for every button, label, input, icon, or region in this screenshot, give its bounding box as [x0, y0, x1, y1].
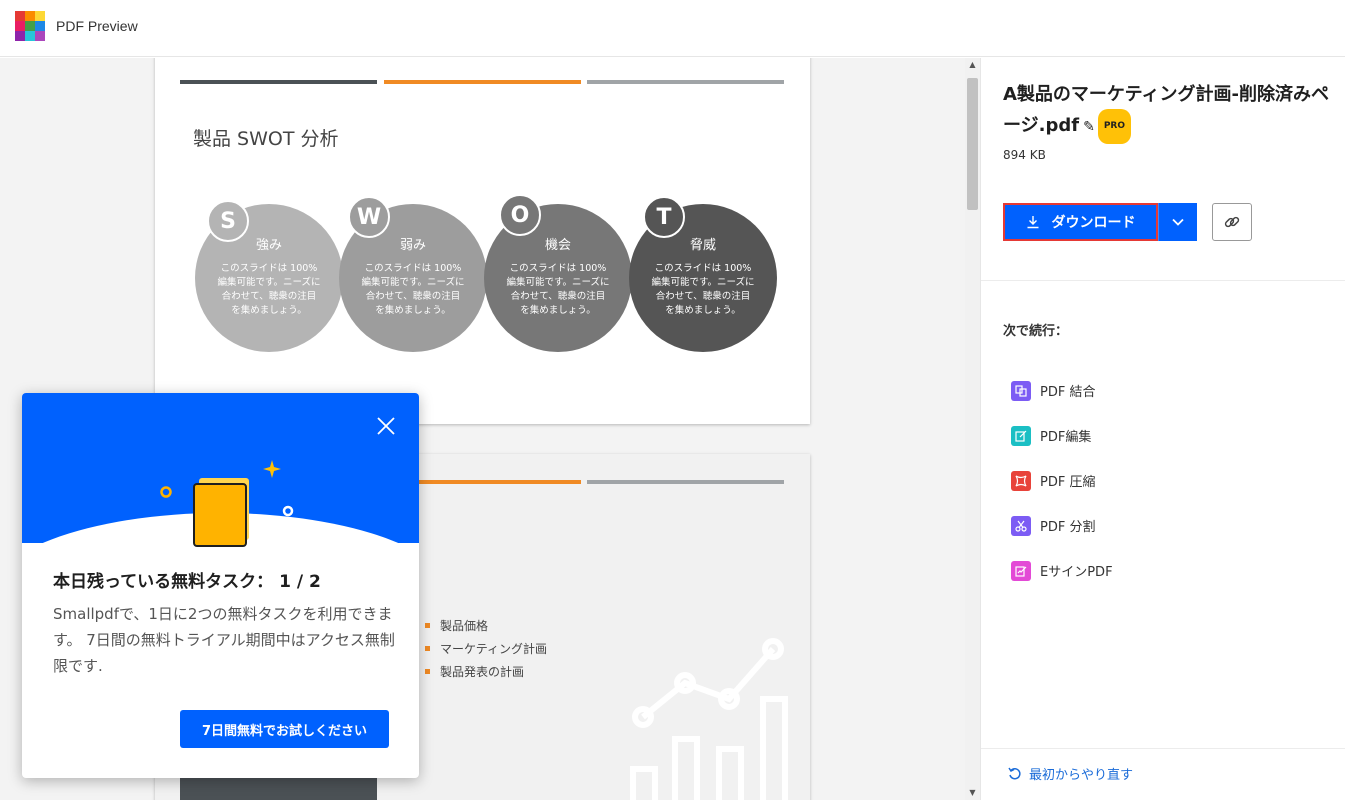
sidebar: A製品のマーケティング計画-削除済みページ.pdf ✎ PRO 894 KB ダウン… — [980, 58, 1345, 800]
pro-badge: PRO — [1097, 109, 1132, 144]
swot-circle-desc: このスライドは 100% 編集可能です。ニーズに合わせて、聴衆の注目を集めましょ… — [217, 263, 321, 316]
tool-item-merge[interactable]: PDF 結合 — [1011, 368, 1113, 413]
split-icon — [1011, 515, 1031, 536]
tool-label: PDF 分割 — [1040, 520, 1096, 535]
download-button[interactable]: ダウンロード — [1003, 203, 1158, 241]
swot-circle-desc: このスライドは 100% 編集可能です。ニーズに合わせて、聴衆の注目を集めましょ… — [361, 263, 465, 316]
scroll-up-icon[interactable]: ▲ — [965, 58, 980, 72]
slide-bullet-list: 製品価格 マーケティング計画 製品発表の計画 — [425, 614, 547, 683]
divider — [981, 280, 1345, 281]
download-icon — [1027, 216, 1038, 229]
list-item: マーケティング計画 — [425, 637, 547, 660]
slide-bar-orange — [384, 80, 581, 84]
document-illustration-icon — [160, 460, 294, 547]
edit-icon — [1011, 425, 1031, 446]
close-icon[interactable] — [375, 415, 397, 437]
file-name: A製品のマーケティング計画-削除済みページ.pdf — [1003, 84, 1329, 136]
popup-body: Smallpdfで、1日に2つの無料タスクを利用できます。 7日間の無料トライア… — [53, 605, 395, 675]
list-item: 製品価格 — [425, 614, 547, 637]
scroll-thumb[interactable] — [967, 78, 978, 210]
divider — [981, 748, 1345, 749]
tool-item-split[interactable]: PDF 分割 — [1011, 503, 1113, 548]
free-task-popup: 本日残っている無料タスク： 1 / 2 Smallpdfで、1日に2つの無料タス… — [22, 393, 419, 778]
line-chart-illustration-icon — [630, 638, 788, 800]
slide-bar-dark — [180, 80, 377, 84]
chevron-down-icon — [1172, 218, 1184, 226]
app-header: PDF Preview — [0, 0, 1345, 57]
scroll-down-icon[interactable]: ▼ — [965, 786, 980, 800]
swot-circle-name: 脅威 — [689, 238, 716, 253]
download-options-button[interactable] — [1158, 203, 1197, 241]
download-label: ダウンロード — [1051, 215, 1136, 231]
tool-label: PDF 結合 — [1040, 385, 1096, 400]
restart-label: 最初からやり直す — [1029, 768, 1134, 783]
tool-label: EサインPDF — [1040, 565, 1113, 580]
continue-heading: 次で続行： — [1003, 324, 1069, 339]
slide-bar-gray — [587, 80, 784, 84]
swot-circle-desc: このスライドは 100% 編集可能です。ニーズに合わせて、聴衆の注目を集めましょ… — [506, 263, 610, 316]
compress-icon — [1011, 470, 1031, 491]
restart-link[interactable]: 最初からやり直す — [1007, 764, 1133, 783]
swot-circle-desc: このスライドは 100% 編集可能です。ニーズに合わせて、聴衆の注目を集めましょ… — [651, 263, 755, 316]
slide-title: 製品 SWOT 分析 — [193, 128, 339, 150]
esign-icon — [1011, 560, 1031, 581]
tool-item-esign[interactable]: EサインPDF — [1011, 548, 1113, 593]
merge-icon — [1011, 380, 1031, 401]
trial-button[interactable]: 7日間無料でお試しください — [180, 710, 389, 748]
swot-circle-name: 機会 — [544, 238, 571, 253]
share-link-button[interactable] — [1212, 203, 1252, 241]
tool-item-edit[interactable]: PDF編集 — [1011, 413, 1113, 458]
tool-label: PDF 圧縮 — [1040, 475, 1096, 490]
app-title: PDF Preview — [56, 18, 138, 34]
swot-badge-s: S — [207, 200, 249, 242]
undo-icon — [1008, 767, 1021, 779]
file-size: 894 KB — [1003, 148, 1046, 162]
tool-list: PDF 結合 PDF編集 PDF 圧縮 PDF 分割 EサインPDF — [1011, 368, 1113, 593]
pencil-icon[interactable]: ✎ — [1083, 119, 1095, 135]
tool-label: PDF編集 — [1040, 430, 1092, 445]
swot-badge-t: T — [643, 196, 685, 238]
slide-bar-gray — [587, 480, 784, 484]
smallpdf-logo-icon — [15, 11, 45, 41]
pdf-page-1[interactable]: 製品 SWOT 分析 強み このスライドは 100% 編集可能です。ニーズに合わ… — [155, 58, 810, 424]
viewer-scrollbar[interactable]: ▲ ▼ — [965, 58, 980, 800]
tool-item-compress[interactable]: PDF 圧縮 — [1011, 458, 1113, 503]
swot-badge-w: W — [348, 196, 390, 238]
popup-title: 本日残っている無料タスク： 1 / 2 — [53, 572, 321, 592]
list-item: 製品発表の計画 — [425, 660, 547, 683]
link-icon — [1224, 216, 1240, 228]
swot-badge-o: O — [499, 194, 541, 236]
file-title: A製品のマーケティング計画-削除済みページ.pdf ✎ PRO — [1003, 80, 1338, 144]
